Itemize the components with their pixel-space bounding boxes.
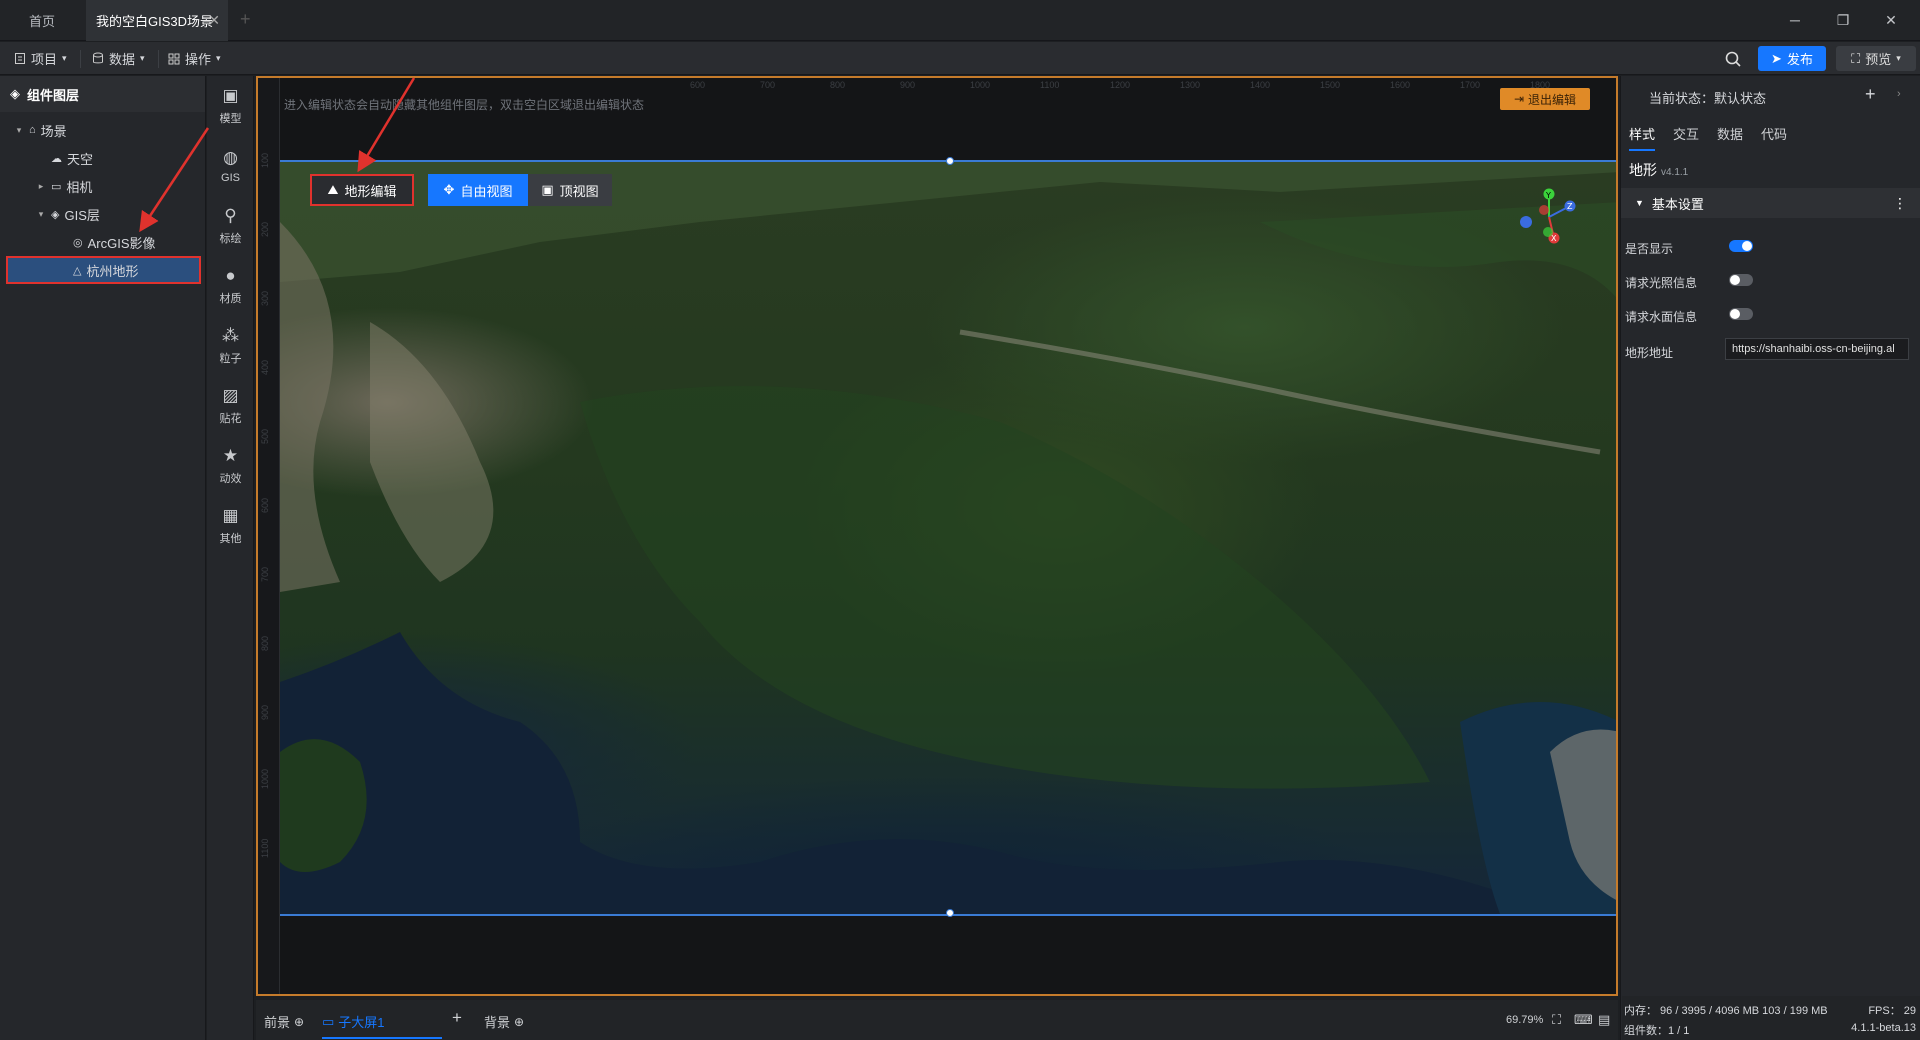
- memory-status: 内存： 96 / 3995 / 4096 MB 103 / 199 MB: [1624, 1005, 1828, 1017]
- property-label: 是否显示: [1625, 242, 1674, 256]
- fps-status: FPS： 29: [1868, 1005, 1916, 1017]
- foreground-label: 前景: [264, 1015, 291, 1030]
- property-toggle[interactable]: [1729, 274, 1753, 286]
- component-name: 地形 v4.1.1: [1629, 160, 1688, 180]
- property-tabs: 样式 交互 数据 代码: [1629, 124, 1787, 151]
- sub-screen-label: 子大屏1: [338, 1015, 385, 1030]
- add-circle-icon[interactable]: ⊕: [514, 1015, 524, 1029]
- property-label: 请求水面信息: [1625, 310, 1698, 324]
- caret-down-icon: ▼: [1635, 198, 1644, 208]
- background-label: 背景: [484, 1015, 511, 1030]
- keyboard-icon[interactable]: ⌨: [1574, 1012, 1593, 1028]
- terrain-url-label: 地形地址: [1625, 346, 1674, 360]
- properties-panel: 当前状态：默认状态 + › 样式 交互 数据 代码 地形 v4.1.1 ▼ 基本设置 ⋮…: [1620, 76, 1920, 1040]
- terminal-icon[interactable]: ▤: [1598, 1012, 1610, 1028]
- add-screen-button[interactable]: +: [452, 1008, 462, 1028]
- chevron-right-icon[interactable]: ›: [1897, 88, 1901, 100]
- current-state: 当前状态：默认状态: [1649, 88, 1766, 107]
- property-tab[interactable]: 交互: [1673, 124, 1699, 151]
- fit-screen-icon[interactable]: ⛶: [1552, 1012, 1561, 1028]
- version-label: 4.1.1-beta.13: [1851, 1022, 1916, 1034]
- component-count: 组件数：1 / 1: [1624, 1025, 1690, 1037]
- basic-settings-section[interactable]: ▼ 基本设置 ⋮: [1621, 188, 1920, 218]
- add-circle-icon[interactable]: ⊕: [294, 1015, 304, 1029]
- property-tab[interactable]: 数据: [1717, 124, 1743, 151]
- foreground-tab[interactable]: 前景 ⊕: [264, 1012, 304, 1031]
- property-toggle[interactable]: [1729, 308, 1753, 320]
- more-icon[interactable]: ⋮: [1893, 195, 1907, 212]
- property-tab[interactable]: 样式: [1629, 124, 1656, 151]
- sub-screen-tab[interactable]: ▭ 子大屏1: [322, 1012, 442, 1039]
- basic-settings-title: 基本设置: [1651, 196, 1704, 212]
- property-tab[interactable]: 代码: [1761, 124, 1787, 151]
- state-value[interactable]: 默认状态: [1714, 91, 1766, 106]
- component-version: v4.1.1: [1661, 167, 1689, 178]
- state-label: 当前状态：: [1649, 91, 1715, 106]
- property-label: 请求光照信息: [1625, 276, 1698, 290]
- terrain-url-input[interactable]: https://shanhaibi.oss-cn-beijing.al: [1725, 338, 1909, 360]
- monitor-icon: ▭: [322, 1013, 335, 1029]
- add-state-icon[interactable]: +: [1865, 84, 1876, 105]
- status-bar: 内存： 96 / 3995 / 4096 MB 103 / 199 MB FPS…: [1622, 996, 1920, 1040]
- property-toggle[interactable]: [1729, 240, 1753, 252]
- background-tab[interactable]: 背景 ⊕: [484, 1012, 524, 1031]
- component-title: 地形: [1629, 162, 1657, 178]
- canvas-bottom-bar: 前景 ⊕ ▭ 子大屏1 + 背景 ⊕ 69.79% ⛶ ⌨ ▤: [256, 1000, 1618, 1040]
- zoom-level: 69.79%: [1506, 1014, 1544, 1026]
